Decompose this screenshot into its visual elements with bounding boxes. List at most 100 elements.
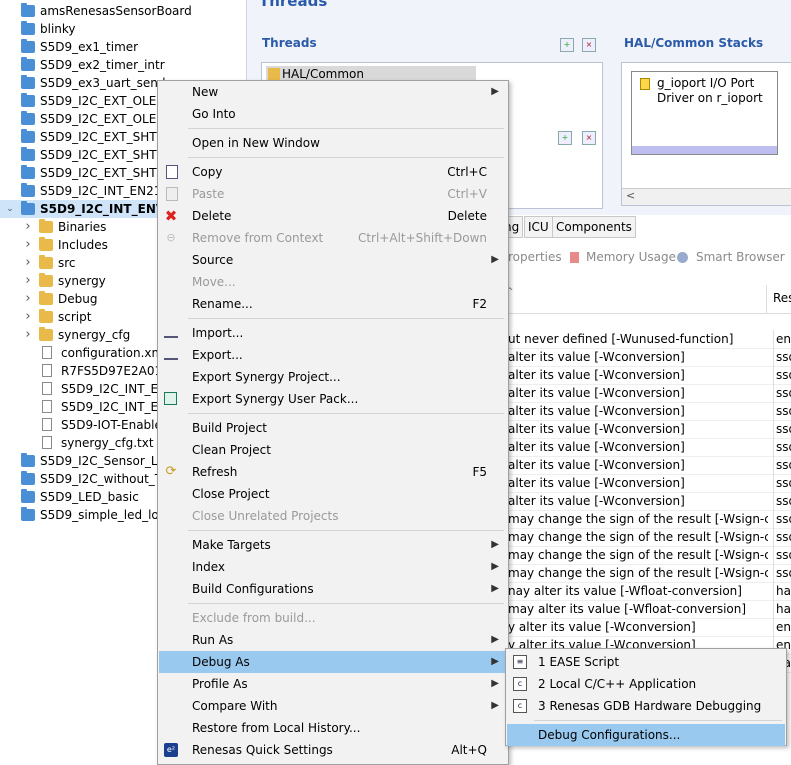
menu-item-make-targets[interactable]: Make Targets ▶ xyxy=(159,534,507,556)
memory-usage-tab[interactable]: Memory Usage xyxy=(586,248,676,266)
menu-item-run-as[interactable]: Run As ▶ xyxy=(159,629,507,651)
table-row[interactable]: alter its value [-Wconversion] ssd xyxy=(500,456,791,475)
add-object-icon[interactable]: + xyxy=(558,131,572,145)
scroll-left-icon[interactable]: < xyxy=(626,189,635,202)
submenu-item-debug-configurations[interactable]: Debug Configurations... xyxy=(507,724,785,746)
menu-item-clean-project[interactable]: Clean Project xyxy=(159,439,507,461)
collapse-chevron-icon[interactable]: ⌄ xyxy=(4,200,16,218)
tree-project-item[interactable]: ⌄ S5D9_I2C_INT_ENV2 xyxy=(0,200,174,218)
submenu-item-local-c-app[interactable]: c 2 Local C/C++ Application xyxy=(507,673,785,695)
menu-item-rename[interactable]: Rename... F2 xyxy=(159,293,507,315)
menu-item-go-into[interactable]: Go Into xyxy=(159,103,507,125)
tree-folder-item[interactable]: › src xyxy=(0,254,160,272)
tab-components[interactable]: Components xyxy=(552,216,636,238)
tree-folder-item[interactable]: › script xyxy=(0,308,160,326)
menu-item-import[interactable]: Import... xyxy=(159,322,507,344)
table-row[interactable]: alter its value [-Wconversion] ssd xyxy=(500,420,791,439)
menu-item-build-configurations[interactable]: Build Configurations ▶ xyxy=(159,578,507,600)
table-row[interactable]: ut never defined [-Wunused-function] en2 xyxy=(500,330,791,349)
tree-project-item[interactable]: S5D9_ex1_timer xyxy=(0,38,160,56)
expand-chevron-icon[interactable]: › xyxy=(22,254,34,272)
tree-file-item[interactable]: R7FS5D97E2A01CL xyxy=(0,362,177,380)
table-row[interactable]: alter its value [-Wconversion] ssd xyxy=(500,402,791,421)
menu-item-paste[interactable]: Paste Ctrl+V xyxy=(159,183,507,205)
table-row[interactable]: may change the sign of the result [-Wsig… xyxy=(500,528,791,547)
tree-project-item[interactable]: amsRenesasSensorBoard xyxy=(0,2,192,20)
tree-project-item[interactable]: S5D9_ex2_timer_intr xyxy=(0,56,165,74)
table-row[interactable]: alter its value [-Wconversion] ssd xyxy=(500,438,791,457)
menu-item-open-new-window[interactable]: Open in New Window xyxy=(159,132,507,154)
table-row[interactable]: alter its value [-Wconversion] ssd xyxy=(500,348,791,367)
tree-folder-item[interactable]: › Binaries xyxy=(0,218,160,236)
menu-item-debug-as[interactable]: Debug As ▶ xyxy=(159,651,507,673)
table-row[interactable]: alter its value [-Wconversion] ssd xyxy=(500,384,791,403)
table-row[interactable]: may change the sign of the result [-Wsig… xyxy=(500,564,791,583)
tree-file-item[interactable]: synergy_cfg.txt xyxy=(0,434,160,452)
smart-browser-tab[interactable]: Smart Browser xyxy=(696,248,785,266)
tree-project-item[interactable]: S5D9_I2C_EXT_SHT31_ xyxy=(0,146,178,164)
tree-project-item[interactable]: S5D9_I2C_EXT_OLED_v xyxy=(0,92,179,110)
table-row[interactable]: nay alter its value [-Wfloat-conversion]… xyxy=(500,582,791,601)
tree-folder-item[interactable]: › synergy_cfg xyxy=(0,326,160,344)
menu-item-restore-history[interactable]: Restore from Local History... xyxy=(159,717,507,739)
table-row[interactable]: may change the sign of the result [-Wsig… xyxy=(500,546,791,565)
expand-chevron-icon[interactable]: › xyxy=(22,236,34,254)
menu-item-refresh[interactable]: ⟳ Refresh F5 xyxy=(159,461,507,483)
tree-project-item[interactable]: blinky xyxy=(0,20,160,38)
submenu-item-ease-script[interactable]: ≡ 1 EASE Script xyxy=(507,651,785,673)
menu-item-index[interactable]: Index ▶ xyxy=(159,556,507,578)
add-thread-icon[interactable]: + xyxy=(560,38,574,52)
menu-item-build-project[interactable]: Build Project xyxy=(159,417,507,439)
menu-item-export[interactable]: Export... xyxy=(159,344,507,366)
tree-folder-item[interactable]: › Debug xyxy=(0,290,160,308)
menu-item-source[interactable]: Source ▶ xyxy=(159,249,507,271)
menu-item-renesas-quick-settings[interactable]: e² Renesas Quick Settings Alt+Q xyxy=(159,739,507,761)
menu-item-close-unrelated[interactable]: Close Unrelated Projects xyxy=(159,505,507,527)
tab-icu[interactable]: ICU xyxy=(524,216,553,238)
menu-item-move[interactable]: Move... xyxy=(159,271,507,293)
table-row[interactable]: alter its value [-Wconversion] ssd xyxy=(500,366,791,385)
menu-item-export-synergy-pack[interactable]: Export Synergy User Pack... xyxy=(159,388,507,410)
resource-column-header[interactable]: Res xyxy=(773,291,791,305)
tree-project-item[interactable]: S5D9_LED_basic xyxy=(0,488,160,506)
tree-folder-item[interactable]: › Includes xyxy=(0,236,160,254)
submenu-item-renesas-gdb[interactable]: c 3 Renesas GDB Hardware Debugging xyxy=(507,695,785,717)
tree-file-item[interactable]: S5D9_I2C_INT_ENV xyxy=(0,398,175,416)
tree-file-item[interactable]: S5D9_I2C_INT_ENV xyxy=(0,380,175,398)
menu-item-compare-with[interactable]: Compare With ▶ xyxy=(159,695,507,717)
table-row[interactable]: alter its value [-Wconversion] ssd xyxy=(500,492,791,511)
menu-item-profile-as[interactable]: Profile As ▶ xyxy=(159,673,507,695)
menu-item-export-synergy-project[interactable]: Export Synergy Project... xyxy=(159,366,507,388)
table-row[interactable]: may alter its value [-Wfloat-conversion]… xyxy=(500,600,791,619)
tree-project-item[interactable]: S5D9_I2C_EXT_SHT31_ xyxy=(0,164,178,182)
tree-project-item[interactable]: S5D9_I2C_without_Tx xyxy=(0,470,169,488)
tree-folder-item[interactable]: › synergy xyxy=(0,272,160,290)
tree-project-item[interactable]: S5D9_simple_led_loop xyxy=(0,506,174,524)
tree-project-item[interactable]: S5D9_ex3_uart_send xyxy=(0,74,166,92)
expand-chevron-icon[interactable]: › xyxy=(22,326,34,344)
menu-item-close-project[interactable]: Close Project xyxy=(159,483,507,505)
menu-item-exclude-from-build[interactable]: Exclude from build... xyxy=(159,607,507,629)
menu-item-delete[interactable]: ✖ Delete Delete xyxy=(159,205,507,227)
stack-item-ioport[interactable]: g_ioport I/O Port Driver on r_ioport xyxy=(631,71,778,155)
tree-project-item[interactable]: S5D9_I2C_Sensor_Lab xyxy=(0,452,172,470)
tree-file-item[interactable]: S5D9-IOT-Enabler. xyxy=(0,416,170,434)
table-row[interactable]: y alter its value [-Wconversion] en2 xyxy=(500,618,791,637)
expand-chevron-icon[interactable]: › xyxy=(22,218,34,236)
tree-project-item[interactable]: S5D9_I2C_EXT_SHT31 xyxy=(0,128,172,146)
remove-thread-icon[interactable]: × xyxy=(582,38,596,52)
properties-tab[interactable]: roperties xyxy=(508,248,562,266)
remove-object-icon[interactable]: × xyxy=(582,131,596,145)
tree-file-item[interactable]: configuration.xml xyxy=(0,344,167,362)
menu-item-new[interactable]: New ▶ xyxy=(159,81,507,103)
tree-project-item[interactable]: S5D9_I2C_EXT_OLED_v xyxy=(0,110,179,128)
expand-chevron-icon[interactable]: › xyxy=(22,272,34,290)
expand-chevron-icon[interactable]: › xyxy=(22,308,34,326)
menu-item-remove-from-context[interactable]: ⊖ Remove from Context Ctrl+Alt+Shift+Down xyxy=(159,227,507,249)
table-row[interactable]: alter its value [-Wconversion] ssd xyxy=(500,474,791,493)
tree-project-item[interactable]: S5D9_I2C_INT_EN210_ xyxy=(0,182,175,200)
horizontal-scrollbar[interactable]: < xyxy=(622,188,791,205)
table-row[interactable]: may change the sign of the result [-Wsig… xyxy=(500,510,791,529)
menu-item-copy[interactable]: Copy Ctrl+C xyxy=(159,161,507,183)
expand-chevron-icon[interactable]: › xyxy=(22,290,34,308)
